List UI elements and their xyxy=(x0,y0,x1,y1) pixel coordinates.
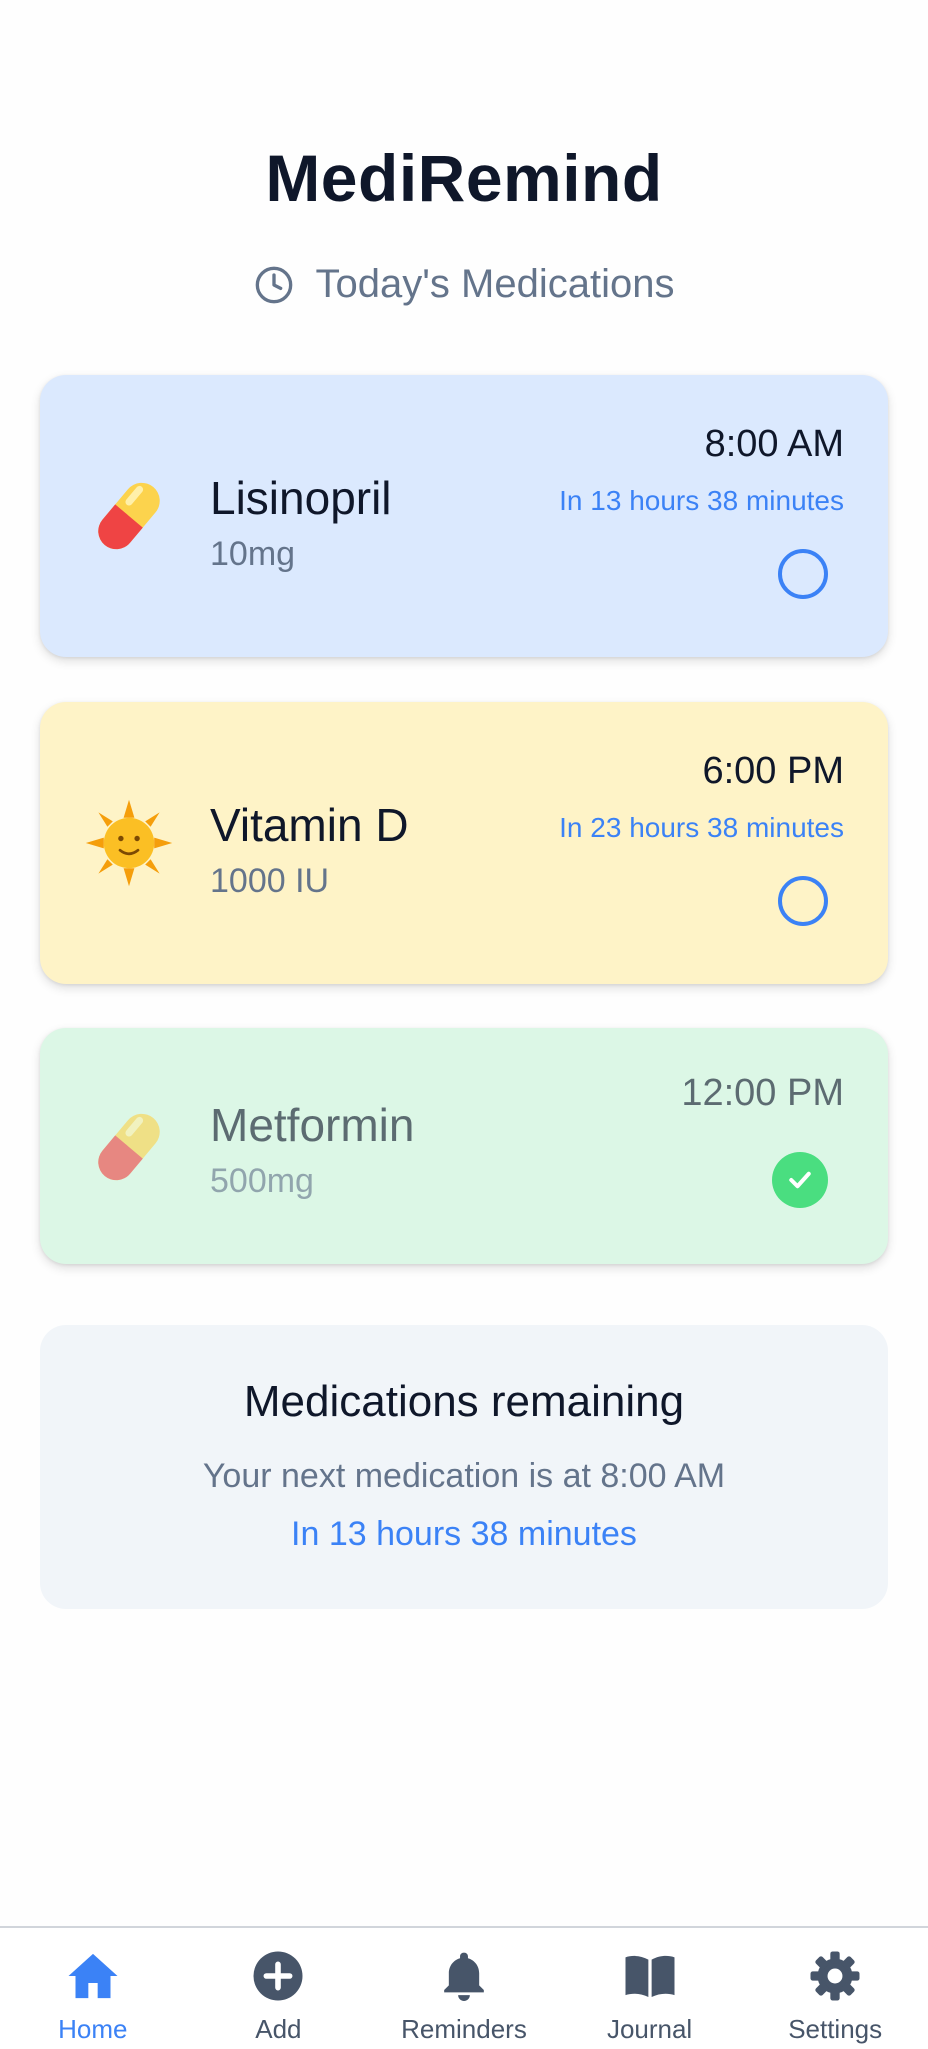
pill-icon xyxy=(98,482,160,550)
medication-countdown: In 23 hours 38 minutes xyxy=(559,812,844,843)
summary-title: Medications remaining xyxy=(243,1377,685,1426)
app-title: MediRemind xyxy=(265,141,663,215)
section-title: Today's Medications xyxy=(315,262,675,306)
medication-name: Metformin xyxy=(210,1099,415,1151)
gear-icon xyxy=(810,1951,860,2001)
mark-taken-toggle[interactable] xyxy=(778,549,828,599)
pill-icon xyxy=(98,1113,160,1181)
bottom-navigation: Home Add Reminders Journal Settings xyxy=(0,1926,928,2049)
next-medication-text: Your next medication is at 8:00 AM xyxy=(202,1457,726,1495)
medication-card-vitamin-d[interactable]: Vitamin D 1000 IU 6:00 PM In 23 hours 38… xyxy=(40,702,888,984)
medication-card-metformin[interactable]: Metformin 500mg 12:00 PM xyxy=(40,1028,888,1264)
nav-home[interactable]: Home xyxy=(0,1928,186,2049)
medication-time: 6:00 PM xyxy=(702,750,844,792)
checkmark-icon xyxy=(789,1171,811,1189)
medication-countdown: In 13 hours 38 minutes xyxy=(559,485,844,516)
medication-time: 8:00 AM xyxy=(704,423,844,465)
medication-name: Vitamin D xyxy=(210,799,409,851)
mark-taken-toggle[interactable] xyxy=(778,876,828,926)
home-icon xyxy=(68,1953,118,1999)
section-header: Today's Medications xyxy=(0,262,928,307)
taken-check-toggle[interactable] xyxy=(772,1152,828,1208)
nav-add[interactable]: Add xyxy=(186,1928,372,2049)
nav-label: Settings xyxy=(788,2014,883,2044)
clock-icon xyxy=(255,266,292,303)
nav-label: Journal xyxy=(606,2014,693,2044)
medication-dose: 10mg xyxy=(210,535,296,573)
nav-label: Reminders xyxy=(401,2014,527,2044)
medication-dose: 500mg xyxy=(210,1162,314,1200)
medication-time: 12:00 PM xyxy=(681,1072,844,1114)
bell-icon xyxy=(444,1952,484,2001)
nav-journal[interactable]: Journal xyxy=(557,1928,743,2049)
medication-card-lisinopril[interactable]: Lisinopril 10mg 8:00 AM In 13 hours 38 m… xyxy=(40,375,888,657)
book-icon xyxy=(625,1955,675,1997)
next-medication-countdown: In 13 hours 38 minutes xyxy=(291,1515,637,1553)
sun-icon xyxy=(85,799,173,887)
nav-settings[interactable]: Settings xyxy=(742,1928,928,2049)
nav-reminders[interactable]: Reminders xyxy=(371,1928,557,2049)
nav-label: Add xyxy=(255,2014,302,2044)
medication-name: Lisinopril xyxy=(210,472,392,524)
nav-label: Home xyxy=(58,2014,128,2044)
medication-dose: 1000 IU xyxy=(210,862,330,900)
summary-panel: Medications remaining Your next medicati… xyxy=(40,1325,888,1609)
plus-circle-icon xyxy=(253,1951,303,2001)
